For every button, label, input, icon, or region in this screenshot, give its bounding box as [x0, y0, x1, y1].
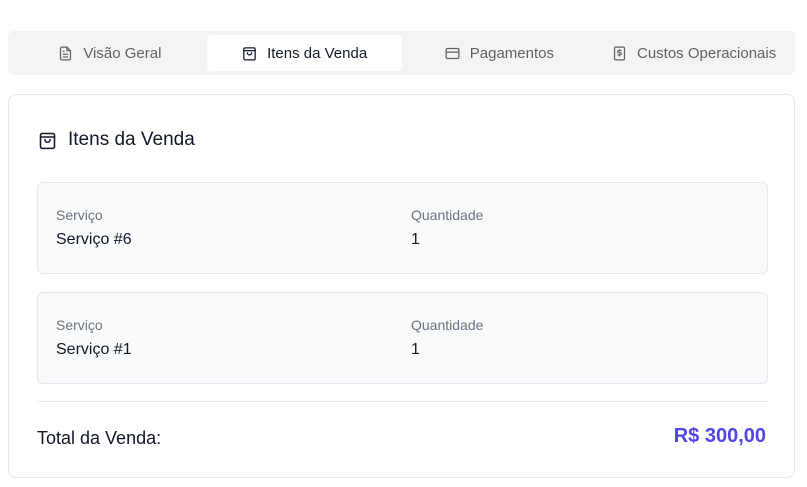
service-label: Serviço	[56, 317, 103, 333]
list-item: Serviço Serviço #6 Quantidade 1	[37, 182, 768, 274]
tab-label: Itens da Venda	[267, 44, 368, 62]
tab-label: Visão Geral	[83, 44, 162, 62]
sale-items-card: Itens da Venda Serviço Serviço #6 Quanti…	[8, 94, 795, 478]
file-text-icon	[60, 45, 72, 61]
total-label: Total da Venda:	[37, 428, 162, 448]
tab-label: Pagamentos	[469, 44, 554, 62]
quantity-column: Quantidade 1	[411, 207, 483, 249]
total-value: R$ 300,00	[673, 425, 766, 447]
tab-pagamentos[interactable]: Pagamentos	[402, 35, 597, 71]
tab-itens-da-venda[interactable]: Itens da Venda	[206, 35, 402, 71]
card-title-label: Itens da Venda	[68, 129, 195, 150]
divider	[37, 401, 768, 402]
shopping-bag-icon	[243, 46, 256, 61]
card-title: Itens da Venda	[37, 129, 195, 151]
service-column: Serviço Serviço #1	[56, 317, 132, 359]
service-value: Serviço #1	[56, 341, 132, 358]
tab-bar: Visão Geral Itens da Venda Pagamentos Cu…	[8, 31, 795, 75]
tab-custos-operacionais[interactable]: Custos Operacionais	[596, 35, 791, 71]
quantity-label: Quantidade	[411, 207, 484, 223]
credit-card-icon	[445, 47, 460, 59]
quantity-label: Quantidade	[411, 317, 484, 333]
shopping-bag-icon	[39, 132, 56, 149]
service-label: Serviço	[56, 207, 103, 223]
list-item: Serviço Serviço #1 Quantidade 1	[37, 292, 768, 384]
quantity-value: 1	[411, 341, 420, 358]
service-value: Serviço #6	[56, 231, 132, 248]
receipt-dollar-icon	[613, 45, 626, 61]
service-column: Serviço Serviço #6	[56, 207, 132, 249]
quantity-value: 1	[411, 231, 420, 248]
tab-label: Custos Operacionais	[637, 44, 777, 62]
tab-visao-geral[interactable]: Visão Geral	[12, 35, 207, 71]
quantity-column: Quantidade 1	[411, 317, 483, 359]
